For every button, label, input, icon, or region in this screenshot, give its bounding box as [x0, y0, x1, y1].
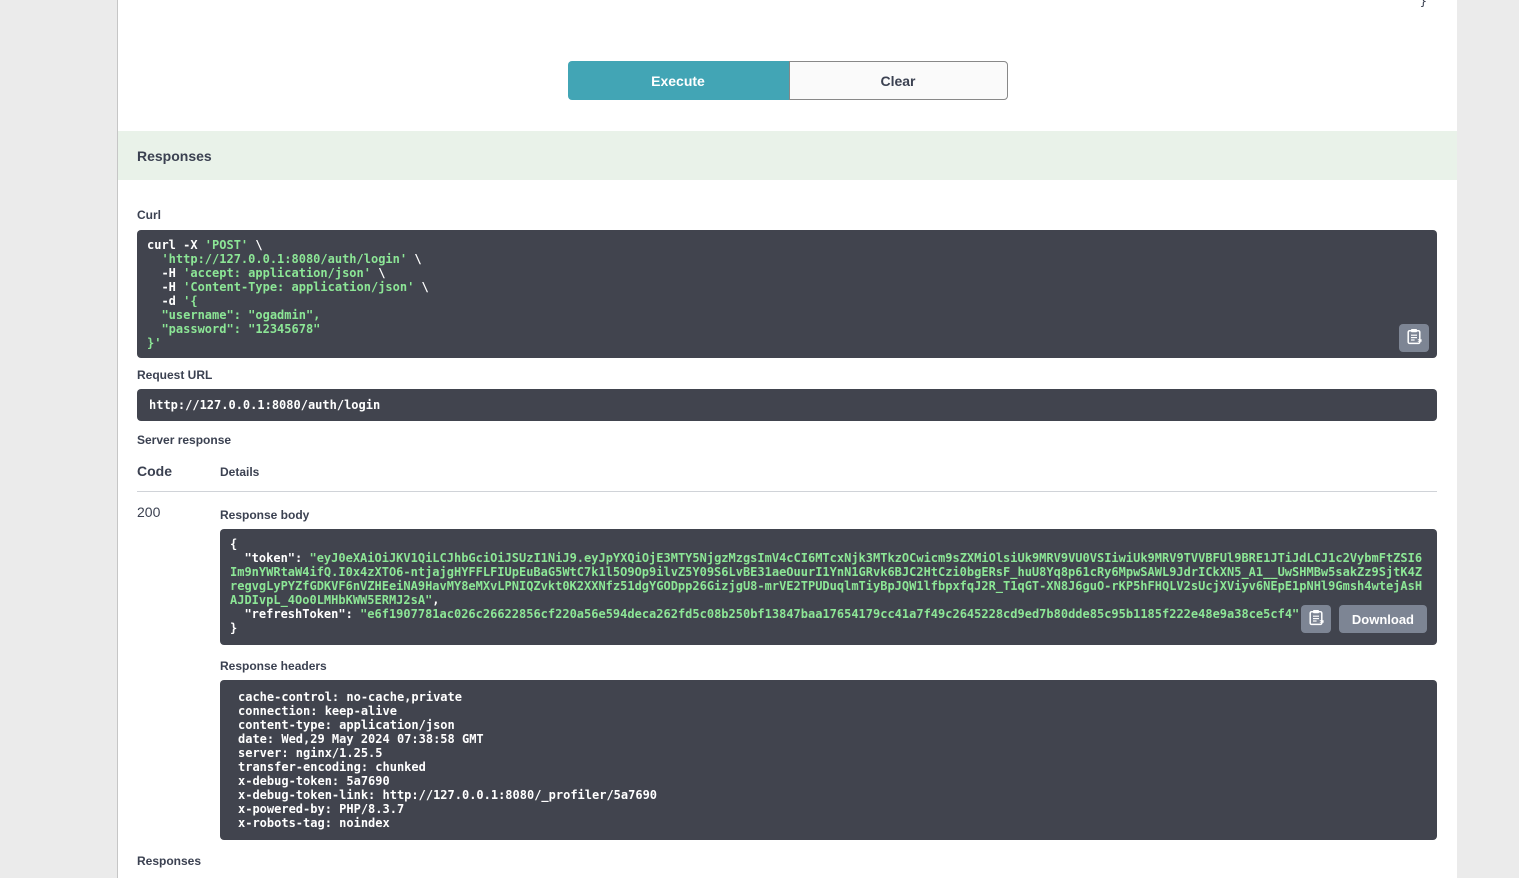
copy-to-clipboard-button[interactable]: [1301, 605, 1331, 633]
server-response-table-header: Code Details: [137, 463, 1437, 492]
server-response-label: Server response: [137, 433, 1437, 447]
request-url-label: Request URL: [137, 368, 1437, 382]
status-code: 200: [137, 504, 220, 840]
download-button[interactable]: Download: [1339, 605, 1427, 633]
responses-section-header: Responses: [118, 131, 1457, 180]
clipped-schema-brace: }: [1420, 0, 1427, 8]
execute-button-group: Execute Clear: [118, 0, 1457, 100]
curl-label: Curl: [137, 208, 1437, 222]
response-body-block: { "token": "eyJ0eXAiOiJKV1QiLCJhbGciOiJS…: [220, 529, 1437, 645]
response-body-label: Response body: [220, 508, 1437, 522]
details-column-header: Details: [220, 465, 259, 479]
response-headers-block: cache-control: no-cache,private connecti…: [220, 680, 1437, 840]
clipboard-icon: [1308, 609, 1324, 629]
response-headers-label: Response headers: [220, 659, 1437, 673]
responses-section-body: Curl curl -X 'POST' \ 'http://127.0.0.1:…: [118, 208, 1457, 878]
curl-actions: [1399, 324, 1429, 352]
code-column-header: Code: [137, 463, 220, 479]
curl-command-block: curl -X 'POST' \ 'http://127.0.0.1:8080/…: [137, 230, 1437, 358]
clear-button[interactable]: Clear: [789, 61, 1008, 100]
response-details: Response body { "token": "eyJ0eXAiOiJKV1…: [220, 504, 1437, 840]
documented-responses-label: Responses: [137, 854, 1437, 868]
response-body-actions: Download: [1301, 605, 1427, 633]
execute-button[interactable]: Execute: [568, 61, 789, 100]
server-response-table: Code Details 200 Response body { "token"…: [137, 463, 1437, 840]
clipboard-icon: [1406, 328, 1422, 348]
request-url-value: http://127.0.0.1:8080/auth/login: [137, 389, 1437, 421]
server-response-row: 200 Response body { "token": "eyJ0eXAiOi…: [137, 492, 1437, 840]
swagger-operation-panel: } Execute Clear Responses Curl curl -X '…: [117, 0, 1457, 878]
copy-to-clipboard-button[interactable]: [1399, 324, 1429, 352]
responses-section-title: Responses: [137, 148, 212, 164]
